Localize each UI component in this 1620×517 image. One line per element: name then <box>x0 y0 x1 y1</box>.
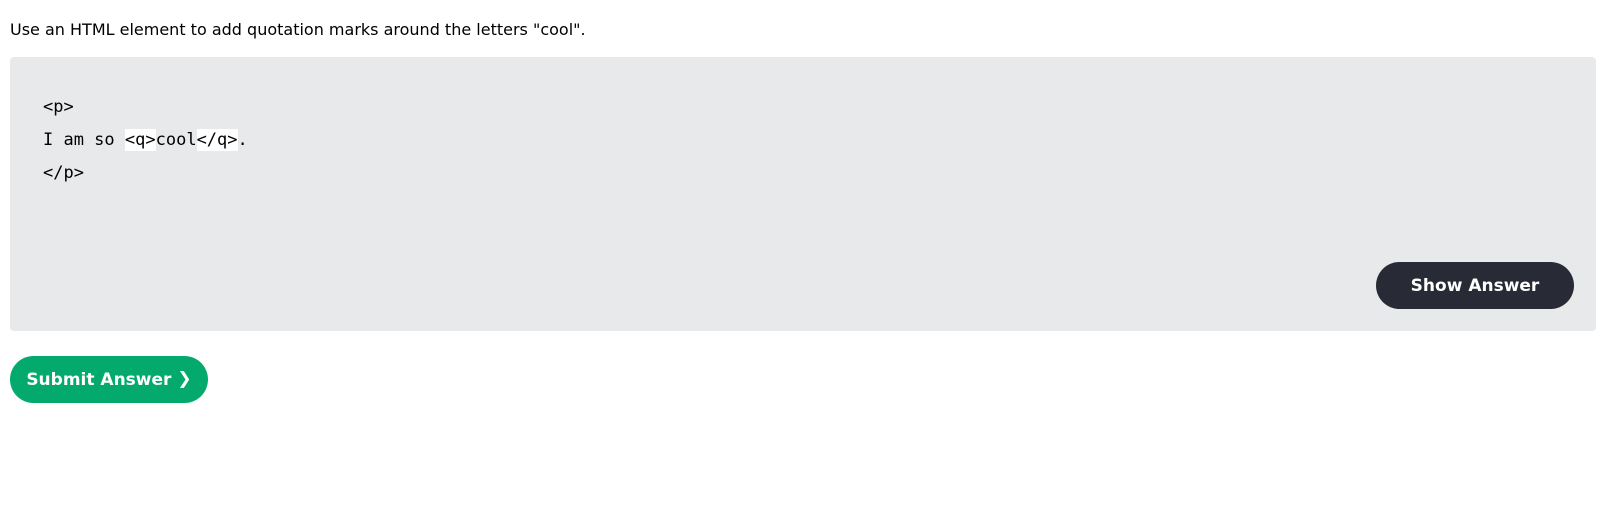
code-line-2: I am so <q>cool</q>. <box>43 124 248 157</box>
show-answer-button[interactable]: Show Answer <box>1376 262 1574 309</box>
answer-field-1[interactable]: <q> <box>124 129 156 151</box>
exercise-container: <p> I am so <q>cool</q>. </p> Show Answe… <box>10 57 1596 331</box>
code-text-suffix: . <box>237 130 248 150</box>
submit-answer-label: Submit Answer <box>26 369 172 390</box>
exercise-instruction: Use an HTML element to add quotation mar… <box>10 20 586 39</box>
code-line-1: <p> <box>43 97 74 117</box>
chevron-right-icon: ❯ <box>177 369 192 389</box>
answer-field-2[interactable]: </q> <box>196 129 238 151</box>
code-text-prefix: I am so <box>43 130 125 150</box>
submit-answer-button[interactable]: Submit Answer ❯ <box>10 356 208 403</box>
code-text-cool: cool <box>155 130 197 150</box>
code-block: <p> I am so <q>cool</q>. </p> <box>43 91 248 190</box>
code-line-3: </p> <box>43 163 84 183</box>
